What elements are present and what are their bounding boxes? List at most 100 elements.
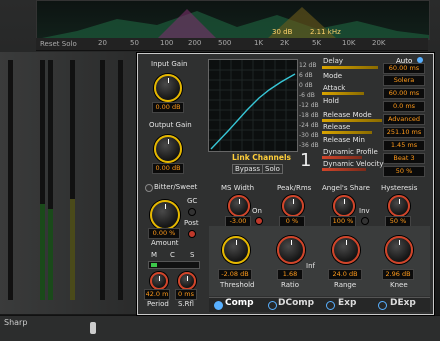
period-knob[interactable]	[150, 272, 168, 290]
bitter-sweet-power-icon[interactable]	[145, 184, 153, 192]
threshold-knob[interactable]	[222, 236, 250, 264]
delay-value[interactable]: 60.00 ms	[383, 63, 425, 74]
output-gain-value[interactable]: 0.00 dB	[152, 163, 184, 174]
reset-solo-button[interactable]: Reset Solo	[40, 40, 77, 48]
angels-share-knob[interactable]	[333, 195, 355, 217]
knee-value[interactable]: 2.96 dB	[382, 269, 414, 280]
release-label: Release	[323, 123, 351, 131]
input-gain-value[interactable]: 0.00 dB	[152, 102, 184, 113]
hold-value[interactable]: 0.0 ms	[383, 101, 425, 112]
graph-db-label: -24 dB	[299, 122, 319, 129]
dynamic-profile-label: Dynamic Profile	[323, 148, 378, 156]
spectrum-display[interactable]	[36, 0, 430, 40]
range-knob[interactable]	[332, 236, 360, 264]
bitter-sweet-value[interactable]: 0.00 %	[148, 228, 180, 239]
range-label: Range	[334, 281, 357, 289]
msc-selector[interactable]	[148, 261, 200, 269]
filter-mode-label[interactable]: Sharp	[4, 318, 27, 327]
s-rfl-knob[interactable]	[178, 272, 196, 290]
mode-value[interactable]: Solera	[383, 75, 425, 86]
tab-radio-icon[interactable]	[326, 301, 335, 310]
input-gain-label: Input Gain	[151, 60, 188, 68]
ms-width-knob[interactable]	[228, 195, 250, 217]
period-value[interactable]: 42.0 m	[144, 289, 170, 300]
freq-label: 1K	[254, 39, 264, 47]
range-value[interactable]: 24.0 dB	[328, 269, 362, 280]
output-gain-knob[interactable]	[154, 135, 182, 163]
graph-db-label: -30 dB	[299, 132, 319, 139]
slider-handle[interactable]	[90, 322, 96, 334]
inv-label: Inv	[359, 207, 370, 215]
graph-db-label: -6 dB	[299, 92, 315, 99]
level-meter	[118, 60, 123, 300]
release-mode-bar[interactable]	[322, 119, 382, 122]
bypass-button[interactable]: Bypass	[232, 164, 263, 174]
input-gain-knob[interactable]	[154, 74, 182, 102]
attack-value[interactable]: 60.00 ms	[383, 88, 425, 99]
tab-comp[interactable]: Comp	[225, 298, 254, 308]
tab-radio-icon[interactable]	[268, 301, 277, 310]
s-rfl-value[interactable]: 0 ms	[175, 289, 197, 300]
hold-label: Hold	[323, 97, 339, 105]
post-toggle[interactable]	[188, 230, 196, 238]
attack-bar[interactable]	[322, 92, 364, 95]
gc-label: GC	[187, 197, 198, 205]
hz-readout: 2.11 kHz	[310, 28, 341, 36]
bitter-sweet-label: Bitter/Sweet	[154, 183, 198, 191]
graph-db-label: -36 dB	[299, 142, 319, 149]
graph-db-label: 6 dB	[299, 72, 313, 79]
graph-db-label: 0 dB	[299, 82, 313, 89]
tab-exp[interactable]: Exp	[338, 298, 356, 308]
transfer-curve-graph	[208, 59, 298, 152]
ms-width-label: MS Width	[221, 184, 255, 192]
threshold-value[interactable]: -2.08 dB	[218, 269, 252, 280]
bitter-sweet-knob[interactable]	[150, 200, 180, 230]
level-meter	[8, 60, 13, 300]
hysteresis-knob[interactable]	[388, 195, 410, 217]
tab-dcomp[interactable]: DComp	[278, 298, 314, 308]
solo-button[interactable]: Solo	[262, 164, 283, 174]
release-mode-value[interactable]: Advanced	[383, 114, 425, 125]
mode-label: Mode	[323, 72, 343, 80]
band-number: 1	[300, 150, 312, 171]
level-meter	[48, 60, 53, 300]
ratio-value[interactable]: 1.68	[277, 269, 303, 280]
output-gain-label: Output Gain	[149, 121, 192, 129]
gc-toggle[interactable]	[188, 208, 196, 216]
release-min-label: Release Min	[323, 136, 365, 144]
delay-bar[interactable]	[322, 66, 378, 69]
tab-radio-icon[interactable]	[214, 301, 223, 310]
ms-width-on-toggle[interactable]	[255, 217, 263, 225]
inv-toggle[interactable]	[361, 217, 369, 225]
peak-rms-knob[interactable]	[282, 195, 304, 217]
level-meter	[40, 60, 45, 300]
level-meter	[70, 60, 75, 300]
m-label: M	[151, 251, 158, 259]
freq-label: 100	[160, 39, 174, 47]
freq-label: 2K	[280, 39, 290, 47]
link-channels-toggle[interactable]: Link Channels	[232, 153, 291, 162]
knee-knob[interactable]	[385, 236, 413, 264]
dynamic-velocity-bar[interactable]	[322, 168, 366, 171]
tab-dexp[interactable]: DExp	[390, 298, 416, 308]
dynamic-velocity-value[interactable]: 50 %	[383, 166, 425, 177]
s-label: S	[190, 251, 195, 259]
host-bottom-bar	[0, 315, 440, 341]
release-value[interactable]: 251.10 ms	[383, 127, 425, 138]
freq-label: 20K	[372, 39, 386, 47]
tab-radio-icon[interactable]	[378, 301, 387, 310]
ratio-knob[interactable]	[277, 236, 305, 264]
release-min-value[interactable]: 1.45 ms	[383, 140, 425, 151]
freq-label: 200	[188, 39, 202, 47]
dynamic-profile-value[interactable]: Beat 3	[383, 153, 425, 164]
release-bar[interactable]	[322, 131, 372, 134]
dynamic-profile-bar[interactable]	[322, 156, 362, 159]
ms-width-on-label: On	[252, 207, 262, 215]
s-rfl-label: S.Rfl	[178, 300, 194, 308]
knee-label: Knee	[390, 281, 408, 289]
delay-label: Delay	[323, 57, 344, 65]
dynamic-velocity-label: Dynamic Velocity	[323, 160, 384, 168]
graph-db-label: -18 dB	[299, 112, 319, 119]
freq-label: 500	[218, 39, 232, 47]
freq-label: 10K	[342, 39, 356, 47]
